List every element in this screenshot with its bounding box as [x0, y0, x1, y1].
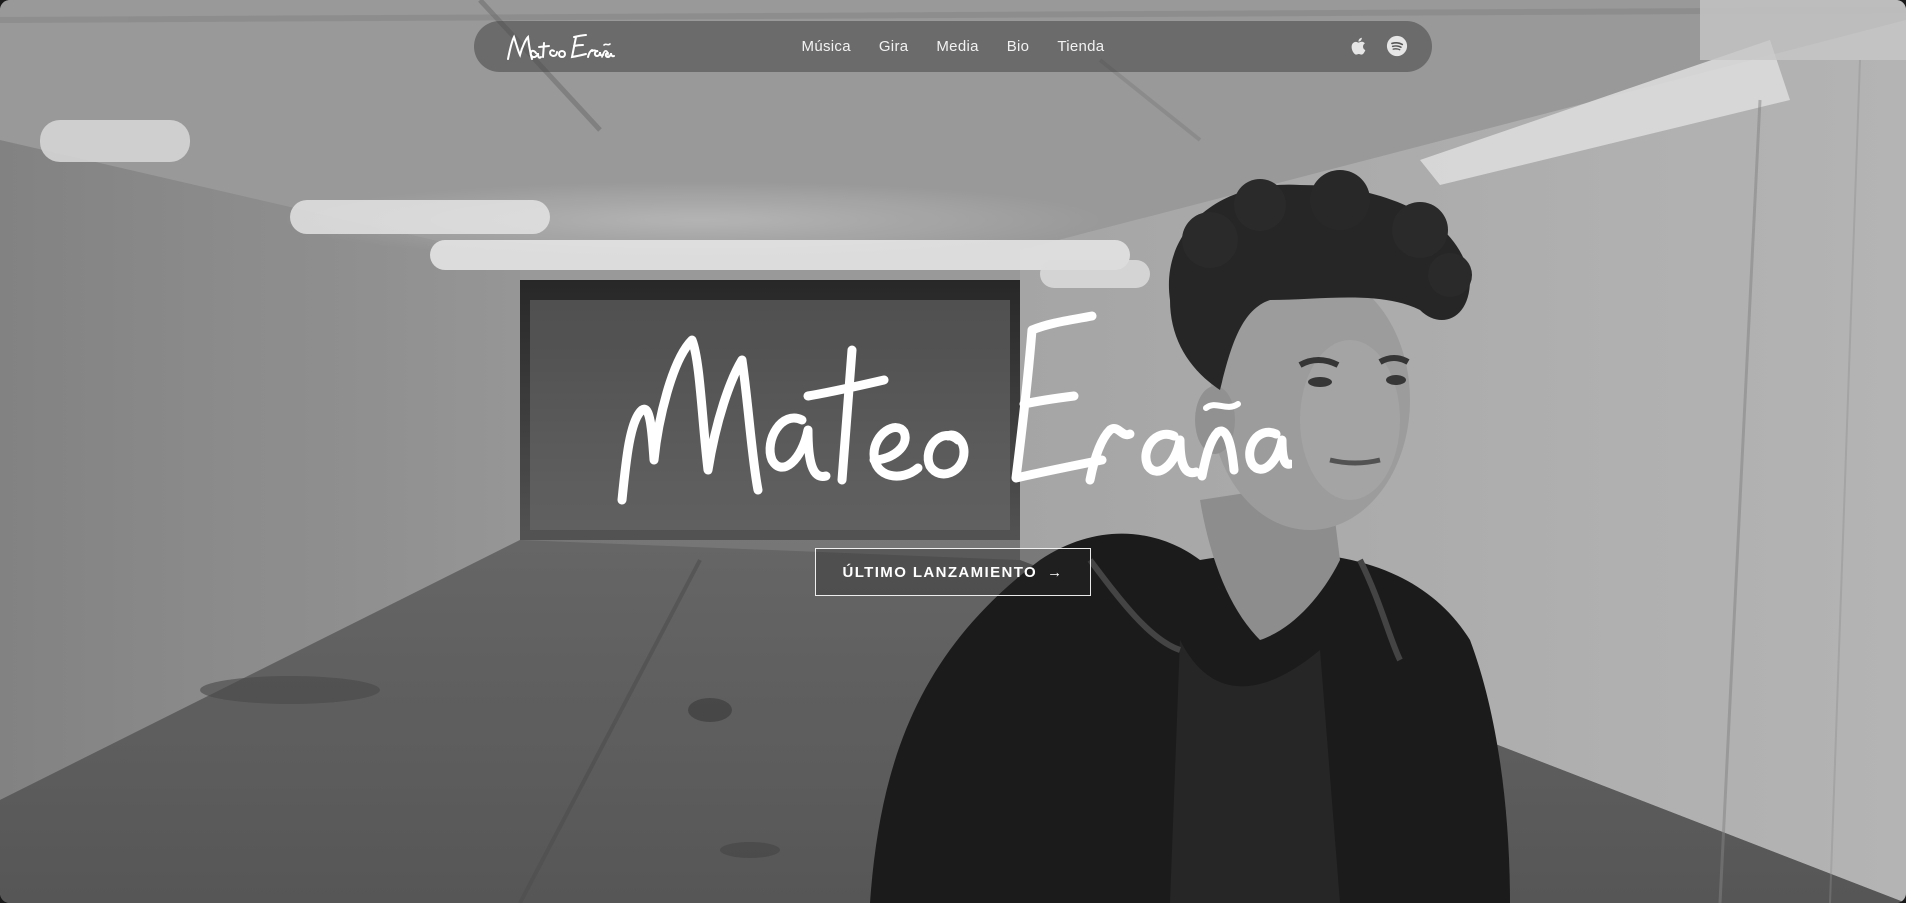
nav-item-musica[interactable]: Música	[802, 38, 851, 55]
hero-signature-logo	[617, 311, 1292, 505]
streaming-links	[1348, 35, 1408, 57]
latest-release-label: ÚLTIMO LANZAMIENTO	[842, 563, 1038, 581]
site-logo[interactable]	[504, 29, 616, 65]
top-navigation-bar: Música Gira Media Bio Tienda	[474, 21, 1432, 72]
arrow-right-icon: →	[1047, 563, 1064, 581]
nav-item-media[interactable]: Media	[936, 38, 978, 55]
nav-menu: Música Gira Media Bio Tienda	[474, 21, 1432, 72]
page: Música Gira Media Bio Tienda ÚLTIMO LANZ…	[0, 0, 1906, 903]
latest-release-button[interactable]: ÚLTIMO LANZAMIENTO →	[815, 548, 1091, 596]
nav-item-tienda[interactable]: Tienda	[1057, 38, 1104, 55]
spotify-icon[interactable]	[1386, 35, 1408, 57]
nav-item-bio[interactable]: Bio	[1007, 38, 1030, 55]
apple-music-icon[interactable]	[1348, 35, 1370, 57]
nav-item-gira[interactable]: Gira	[879, 38, 909, 55]
